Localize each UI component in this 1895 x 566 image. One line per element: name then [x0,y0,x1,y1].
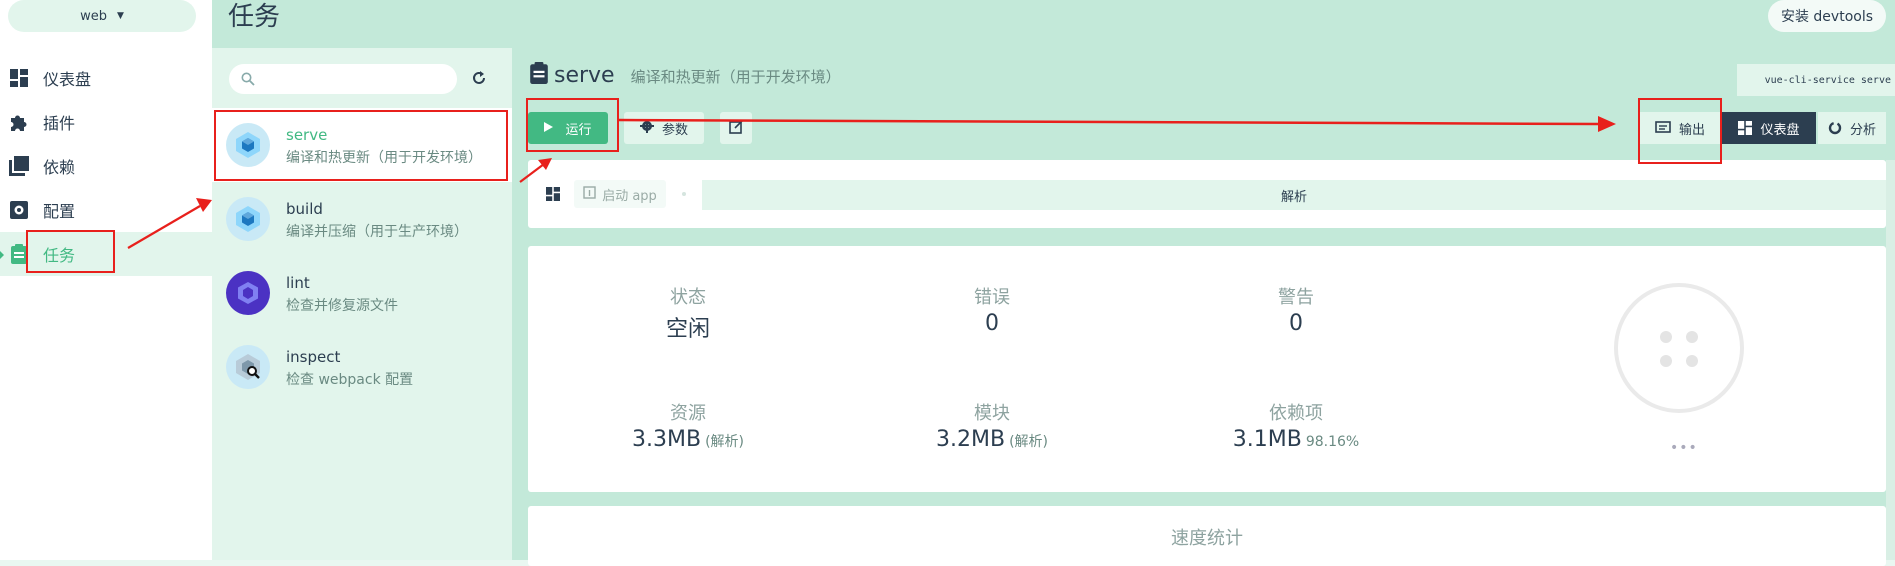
annotation-arrows [127,116,1616,249]
